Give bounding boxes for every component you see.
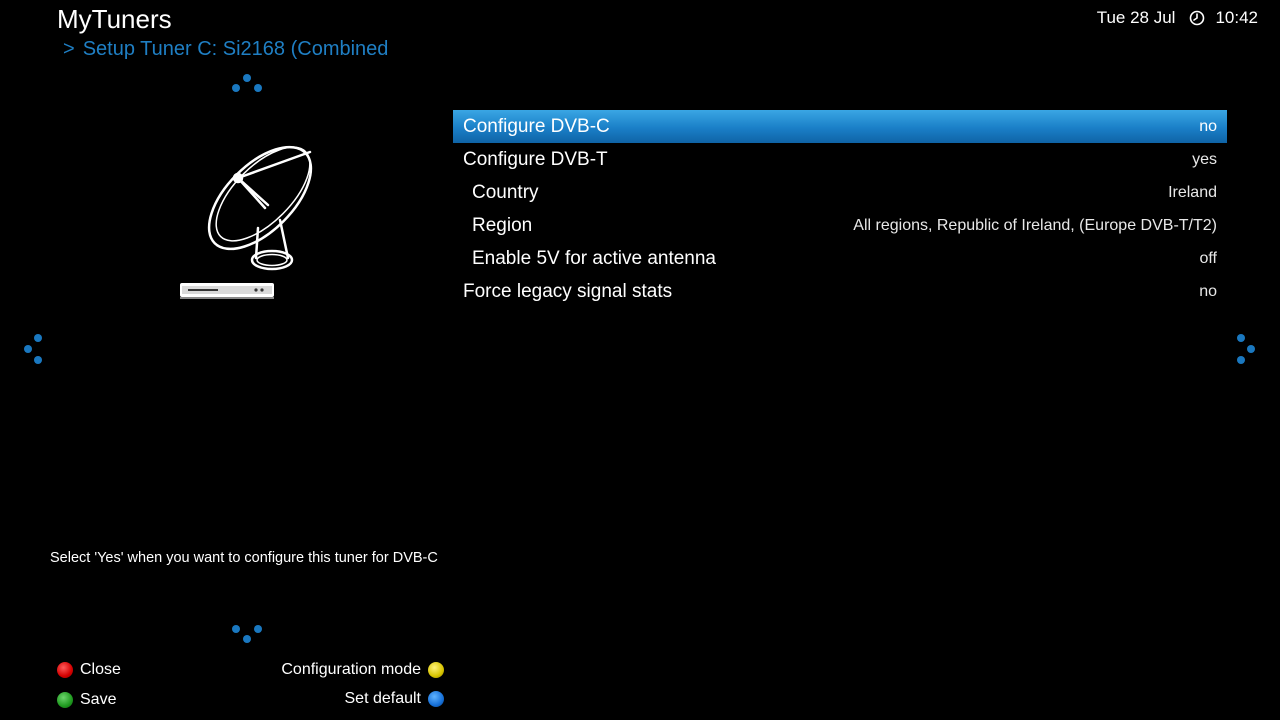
save-label: Save: [80, 691, 117, 708]
scroll-left-indicator-icon: [24, 334, 44, 364]
breadcrumb-text: Setup Tuner C: Si2168 (Combined: [82, 38, 389, 60]
scroll-down-indicator-icon: [232, 625, 262, 645]
satellite-dish-receiver-icon: [170, 140, 330, 305]
breadcrumb-separator: >: [63, 38, 75, 60]
setting-label: Configure DVB-T: [463, 148, 608, 170]
yellow-key-icon: [428, 662, 444, 678]
setting-value[interactable]: off: [1200, 250, 1218, 268]
close-label: Close: [80, 661, 121, 678]
configuration-mode-button[interactable]: Configuration mode: [281, 661, 444, 679]
page-title: MyTuners: [57, 4, 172, 34]
red-key-icon: [57, 662, 73, 678]
breadcrumb: > Setup Tuner C: Si2168 (Combined: [63, 38, 388, 61]
setting-value[interactable]: no: [1199, 118, 1217, 136]
scroll-right-indicator-icon: [1237, 334, 1257, 364]
set-default-label: Set default: [344, 690, 422, 707]
blue-key-icon: [428, 691, 444, 707]
setting-row[interactable]: Country Ireland: [453, 176, 1227, 209]
setting-value[interactable]: All regions, Republic of Ireland, (Europ…: [853, 217, 1217, 235]
configuration-mode-label: Configuration mode: [281, 661, 421, 678]
settings-list: Configure DVB-C no Configure DVB-T yes Count…: [453, 110, 1227, 308]
setting-row[interactable]: Enable 5V for active antenna off: [453, 242, 1227, 275]
setting-label: Country: [472, 181, 539, 203]
setting-label: Configure DVB-C: [463, 115, 610, 137]
setting-row[interactable]: Force legacy signal stats no: [453, 275, 1227, 308]
set-default-button[interactable]: Set default: [344, 690, 444, 708]
setting-row[interactable]: Configure DVB-T yes: [453, 143, 1227, 176]
clock-icon: [1189, 10, 1205, 26]
setting-value[interactable]: yes: [1192, 151, 1217, 169]
save-button[interactable]: Save: [57, 691, 116, 709]
scroll-up-indicator-icon: [232, 74, 262, 94]
setting-label: Region: [472, 214, 533, 236]
close-button[interactable]: Close: [57, 661, 121, 679]
time-text: 10:42: [1215, 8, 1258, 27]
setting-label: Force legacy signal stats: [463, 280, 673, 302]
setting-row[interactable]: Configure DVB-C no: [453, 110, 1227, 143]
setting-value[interactable]: Ireland: [1168, 184, 1217, 202]
setting-value[interactable]: no: [1199, 283, 1217, 301]
setting-row[interactable]: Region All regions, Republic of Ireland, …: [453, 209, 1227, 242]
green-key-icon: [57, 692, 73, 708]
date-text: Tue 28 Jul: [1096, 8, 1176, 27]
date-time: Tue 28 Jul 10:42: [1097, 8, 1258, 28]
help-text: Select 'Yes' when you want to configure …: [50, 550, 438, 566]
setting-label: Enable 5V for active antenna: [472, 247, 717, 269]
